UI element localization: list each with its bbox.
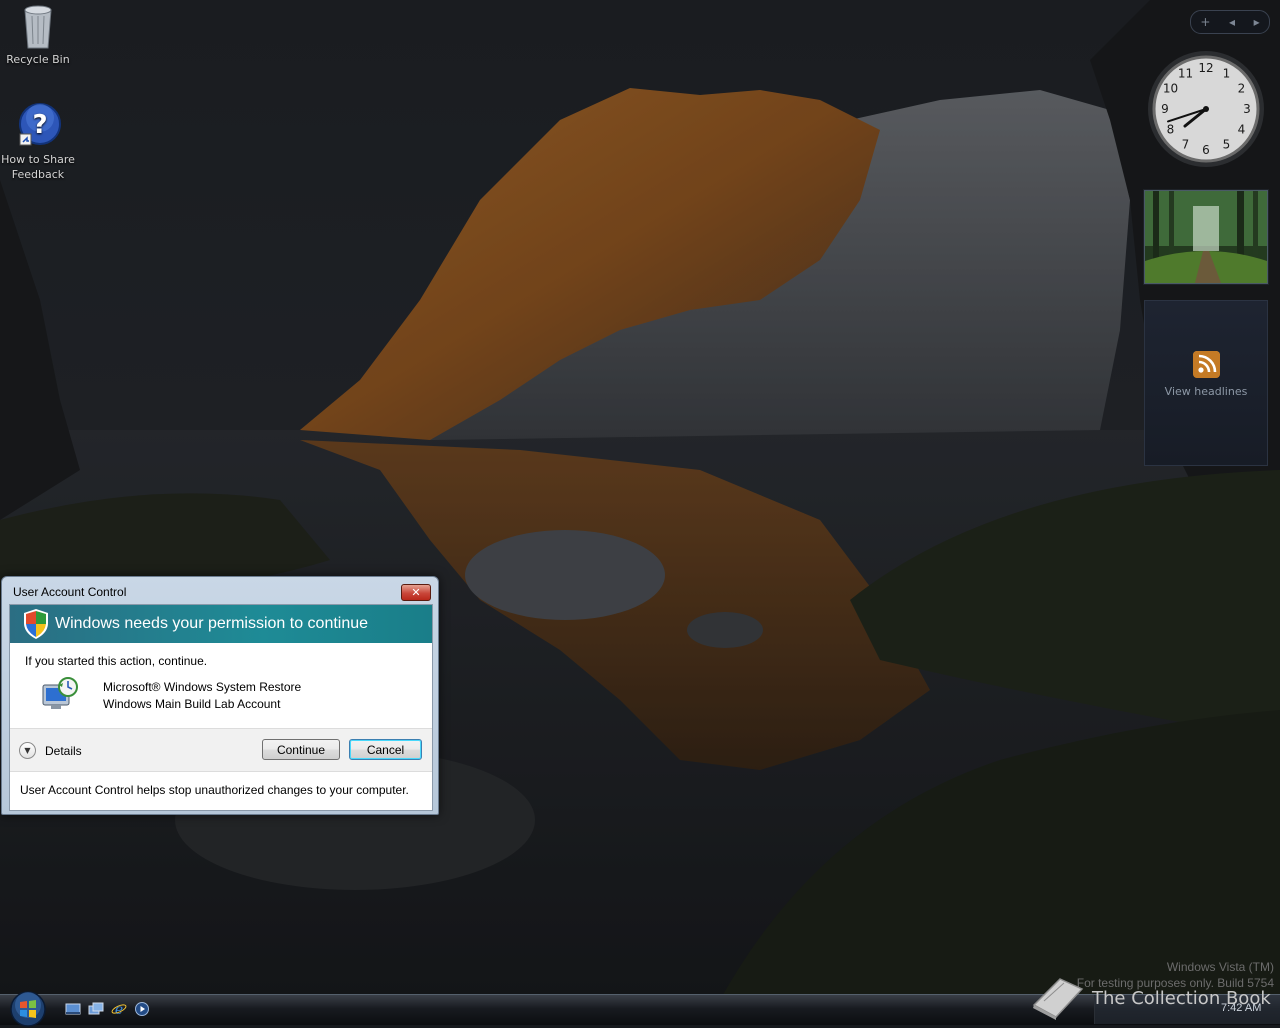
details-toggle[interactable]: ▼ Details [19, 742, 82, 759]
close-button[interactable]: ✕ [401, 584, 431, 601]
continue-button[interactable]: Continue [262, 739, 340, 760]
svg-text:?: ? [32, 110, 47, 140]
desktop-wallpaper [0, 0, 1280, 1024]
dialog-title: User Account Control [13, 585, 127, 599]
feed-headlines-gadget[interactable]: View headlines [1144, 300, 1268, 466]
clock-numeral: 1 [1223, 67, 1231, 81]
recycle-bin-icon [24, 5, 52, 49]
clock-numeral: 9 [1161, 102, 1169, 116]
chevron-down-icon: ▼ [19, 742, 36, 759]
taskbar [0, 994, 1280, 1025]
next-gadgets-button[interactable]: ▸ [1254, 15, 1260, 29]
share-feedback-shortcut[interactable]: ? How to Share Feedback [0, 102, 76, 182]
clock-numeral: 2 [1238, 82, 1246, 96]
uac-footer-note: User Account Control helps stop unauthor… [20, 783, 409, 797]
dialog-button-area: ▼ Details Continue Cancel [10, 728, 432, 772]
details-label: Details [45, 743, 82, 758]
share-feedback-label: How to Share Feedback [1, 153, 75, 181]
recycle-bin-label: Recycle Bin [6, 53, 70, 66]
clock-numeral: 10 [1163, 82, 1178, 96]
svg-text:e: e [115, 1002, 123, 1017]
uac-shield-icon [24, 609, 48, 639]
clock-numeral: 12 [1198, 61, 1213, 75]
book-logo-icon [1032, 978, 1084, 1020]
slideshow-gadget[interactable] [1144, 190, 1268, 284]
permission-banner: Windows needs your permission to continu… [10, 605, 432, 643]
clock-numeral: 7 [1182, 138, 1190, 152]
cancel-button[interactable]: Cancel [349, 739, 422, 760]
system-restore-icon [42, 677, 78, 709]
dialog-titlebar[interactable]: User Account Control ✕ [2, 577, 438, 605]
uac-dialog: User Account Control ✕ Windows needs you… [1, 576, 439, 815]
permission-heading: Windows needs your permission to continu… [55, 615, 369, 632]
clock-numeral: 11 [1178, 67, 1193, 81]
clock-numeral: 6 [1202, 143, 1210, 157]
start-button[interactable] [8, 990, 48, 1028]
recycle-bin-shortcut[interactable]: Recycle Bin [0, 2, 76, 67]
clock-gadget[interactable]: 1234567891011 12 [1146, 48, 1266, 170]
rss-icon [1193, 351, 1220, 378]
dialog-client-area: Windows needs your permission to continu… [9, 604, 433, 811]
view-headlines-link[interactable]: View headlines [1145, 385, 1267, 398]
clock-numeral: 5 [1223, 138, 1231, 152]
publisher-name: Windows Main Build Lab Account [103, 697, 281, 711]
media-player-icon[interactable] [134, 1001, 150, 1017]
taskbar-clock[interactable]: 7:42 AM [1221, 1002, 1261, 1014]
previous-gadgets-button[interactable]: ◂ [1229, 15, 1235, 29]
continue-prompt: If you started this action, continue. [25, 654, 208, 668]
help-icon: ? [19, 103, 61, 146]
add-gadget-button[interactable]: + [1200, 15, 1210, 29]
program-name: Microsoft® Windows System Restore [103, 680, 302, 694]
os-watermark: Windows Vista (TM) [1166, 960, 1274, 974]
clock-numeral: 4 [1238, 123, 1246, 137]
sidebar-controls: + ◂ ▸ [1190, 10, 1270, 34]
show-desktop-icon[interactable] [65, 1001, 81, 1017]
clock-numeral: 8 [1167, 123, 1175, 137]
internet-explorer-icon[interactable]: e [111, 1001, 127, 1017]
clock-numeral: 3 [1243, 102, 1251, 116]
switch-windows-icon[interactable] [88, 1001, 104, 1017]
